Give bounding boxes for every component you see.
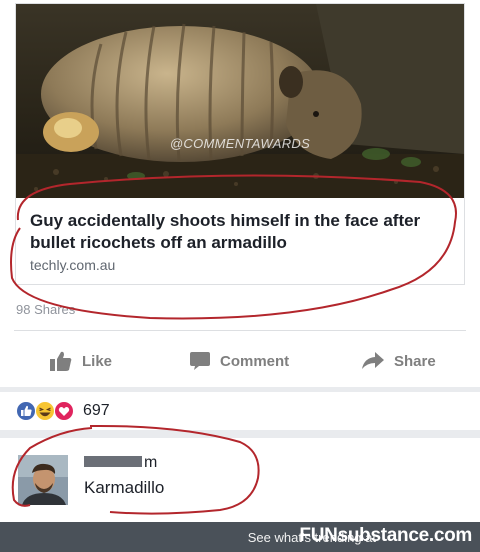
comment-text: Karmadillo xyxy=(84,478,165,497)
link-domain: techly.com.au xyxy=(30,257,116,273)
comment-bubble-icon xyxy=(190,352,210,370)
post-card: @COMMENTAWARDS Guy accidentally shoots h… xyxy=(0,0,480,387)
like-icon xyxy=(16,401,36,421)
redacted-name-bar xyxy=(84,456,142,467)
link-preview[interactable]: @COMMENTAWARDS Guy accidentally shoots h… xyxy=(15,3,465,285)
shares-count[interactable]: 98 Shares xyxy=(16,302,75,317)
watermark-text: @COMMENTAWARDS xyxy=(169,136,311,151)
comment-button[interactable]: Comment xyxy=(190,340,289,382)
share-arrow-icon xyxy=(362,352,384,369)
link-text-block[interactable]: Guy accidentally shoots himself in the f… xyxy=(30,210,460,273)
site-footer: See what's trending at FUNsubstance.com xyxy=(0,522,480,552)
like-button[interactable]: Like xyxy=(50,340,112,382)
armadillo-photo: @COMMENTAWARDS xyxy=(16,4,464,198)
comment: m Karmadillo xyxy=(0,438,480,522)
commenter-name-suffix: m xyxy=(144,454,158,471)
reaction-count: 697 xyxy=(83,402,110,419)
comment-label: Comment xyxy=(220,352,290,370)
commenter-name[interactable]: m xyxy=(84,454,157,472)
thumbs-up-icon xyxy=(50,351,72,371)
link-title[interactable]: Guy accidentally shoots himself in the f… xyxy=(30,210,460,254)
avatar[interactable] xyxy=(18,455,68,505)
action-bar: Like Comment Share xyxy=(0,340,480,382)
love-icon xyxy=(54,401,74,421)
reactions-row[interactable]: 697 xyxy=(0,392,480,430)
like-label: Like xyxy=(82,352,113,370)
reaction-icons xyxy=(16,401,80,421)
share-button[interactable]: Share xyxy=(362,340,436,382)
share-label: Share xyxy=(394,352,436,370)
haha-icon xyxy=(35,401,55,421)
divider xyxy=(14,330,466,331)
brand-logo-text[interactable]: FUNsubstance.com xyxy=(299,525,472,547)
